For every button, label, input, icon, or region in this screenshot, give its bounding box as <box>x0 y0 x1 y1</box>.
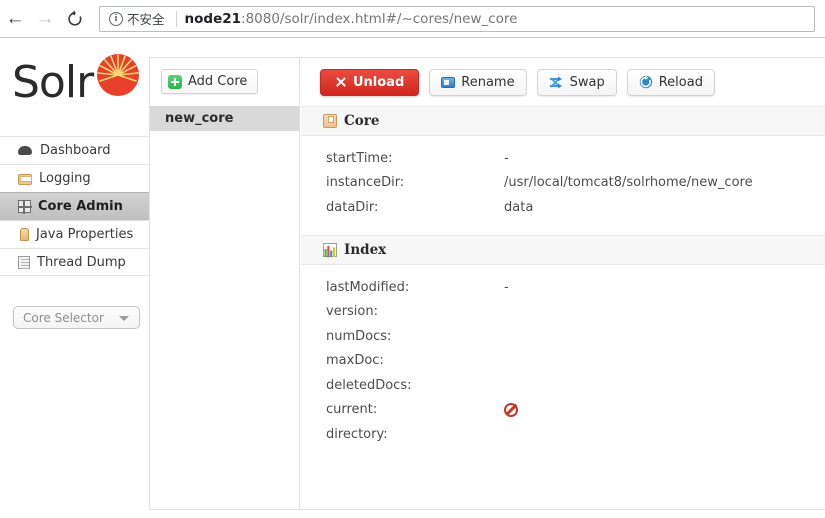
content-panel: Add Core new_core Unload Rename Swap Rel… <box>149 57 825 510</box>
plus-icon <box>168 74 182 89</box>
detail-row: current: <box>301 398 825 423</box>
browser-toolbar: ← → i 不安全 node21:8080/solr/index.html#/~… <box>0 0 825 38</box>
core-section-rows: startTime: - instanceDir: /usr/local/tom… <box>301 146 825 220</box>
detail-value: data <box>504 199 534 215</box>
swap-icon <box>549 76 564 89</box>
address-bar[interactable]: i 不安全 node21:8080/solr/index.html#/~core… <box>99 5 815 32</box>
swap-button[interactable]: Swap <box>536 68 617 96</box>
sidebar-item-dashboard[interactable]: Dashboard <box>0 136 149 164</box>
rename-icon <box>441 76 456 88</box>
core-detail-panel: Unload Rename Swap Reload Core startTime… <box>301 58 825 509</box>
core-section-header: Core <box>301 106 825 136</box>
sidebar-item-label: Logging <box>39 171 91 186</box>
detail-value: - <box>504 279 509 295</box>
sidebar-item-logging[interactable]: Logging <box>0 164 149 192</box>
index-chart-icon <box>323 243 337 257</box>
core-box-icon <box>323 114 337 128</box>
sidebar-item-label: Java Properties <box>36 227 134 242</box>
java-properties-icon <box>20 228 29 241</box>
sidebar-item-java-properties[interactable]: Java Properties <box>0 220 149 248</box>
reload-core-button[interactable]: Reload <box>626 68 715 96</box>
url-text: node21:8080/solr/index.html#/~cores/new_… <box>185 11 518 27</box>
logging-icon <box>18 173 32 185</box>
detail-key: deletedDocs: <box>326 377 412 393</box>
detail-value: - <box>504 150 509 166</box>
forward-button[interactable]: → <box>30 4 60 34</box>
detail-key: lastModified: <box>326 279 410 295</box>
sidebar: Solr Dashboard Logging Core Admin Java P… <box>0 38 149 518</box>
detail-row: lastModified: - <box>301 275 825 300</box>
core-selector-label: Core Selector <box>23 310 104 325</box>
reload-button[interactable] <box>60 4 90 34</box>
core-list-item-new-core[interactable]: new_core <box>150 106 299 131</box>
url-path: :8080/solr/index.html#/~cores/new_core <box>241 10 518 27</box>
security-label: 不安全 <box>127 12 165 27</box>
url-host: node21 <box>184 10 242 27</box>
core-list-item-label: new_core <box>165 111 234 126</box>
reload-label: Reload <box>658 74 703 90</box>
add-core-button[interactable]: Add Core <box>161 69 259 94</box>
core-selector-dropdown[interactable]: Core Selector <box>13 306 140 329</box>
detail-row: numDocs: <box>301 324 825 349</box>
core-admin-icon <box>18 200 32 214</box>
detail-row: instanceDir: /usr/local/tomcat8/solrhome… <box>301 171 825 196</box>
rename-button[interactable]: Rename <box>429 68 527 96</box>
detail-row: deletedDocs: <box>301 373 825 398</box>
sidebar-item-label: Core Admin <box>38 199 123 214</box>
back-button[interactable]: ← <box>0 4 30 34</box>
sidebar-nav: Dashboard Logging Core Admin Java Proper… <box>0 136 149 276</box>
solr-sunburst-icon <box>95 52 141 103</box>
unload-button[interactable]: Unload <box>320 68 420 96</box>
sidebar-item-label: Dashboard <box>40 143 111 158</box>
unload-label: Unload <box>353 74 405 90</box>
detail-key: directory: <box>326 426 388 442</box>
detail-key: version: <box>326 304 378 320</box>
blocked-icon <box>504 402 518 417</box>
chevron-down-icon <box>119 316 129 321</box>
index-section-title: Index <box>344 242 387 258</box>
core-section-title: Core <box>344 113 380 129</box>
x-icon <box>335 76 347 88</box>
detail-key: current: <box>326 402 378 418</box>
back-arrow-icon: ← <box>5 8 25 29</box>
detail-value <box>504 402 518 417</box>
index-section-header: Index <box>301 235 825 265</box>
core-actions-toolbar: Unload Rename Swap Reload <box>301 68 715 96</box>
forward-arrow-icon: → <box>35 8 55 29</box>
detail-key: numDocs: <box>326 328 392 344</box>
swap-label: Swap <box>569 74 605 90</box>
add-core-label: Add Core <box>188 74 248 89</box>
detail-key: instanceDir: <box>326 175 405 191</box>
omnibox-divider <box>175 10 177 27</box>
detail-value: /usr/local/tomcat8/solrhome/new_core <box>504 175 753 191</box>
sidebar-item-label: Thread Dump <box>37 254 126 270</box>
dashboard-icon <box>18 144 33 158</box>
rename-label: Rename <box>461 74 515 90</box>
core-list-items: new_core <box>150 106 299 131</box>
info-icon: i <box>109 11 123 26</box>
detail-key: dataDir: <box>326 199 379 215</box>
core-list-panel: Add Core new_core <box>150 58 300 509</box>
detail-key: maxDoc: <box>326 353 384 369</box>
detail-row: startTime: - <box>301 146 825 171</box>
solr-admin-app: Solr Dashboard Logging Core Admin Java P… <box>0 38 825 518</box>
reload-circular-icon <box>639 75 653 89</box>
detail-row: maxDoc: <box>301 349 825 374</box>
reload-icon <box>66 10 84 28</box>
sidebar-item-core-admin[interactable]: Core Admin <box>0 192 149 220</box>
solr-logo[interactable]: Solr <box>12 52 140 114</box>
detail-key: startTime: <box>326 150 393 166</box>
sidebar-item-thread-dump[interactable]: Thread Dump <box>0 248 149 276</box>
detail-row: version: <box>301 300 825 325</box>
security-chip[interactable]: i 不安全 <box>100 7 174 31</box>
solr-wordmark: Solr <box>12 57 94 108</box>
detail-row: directory: <box>301 422 825 447</box>
index-section-rows: lastModified: - version: numDocs: maxDoc… <box>301 275 825 447</box>
thread-dump-icon <box>18 255 30 269</box>
detail-row: dataDir: data <box>301 195 825 220</box>
